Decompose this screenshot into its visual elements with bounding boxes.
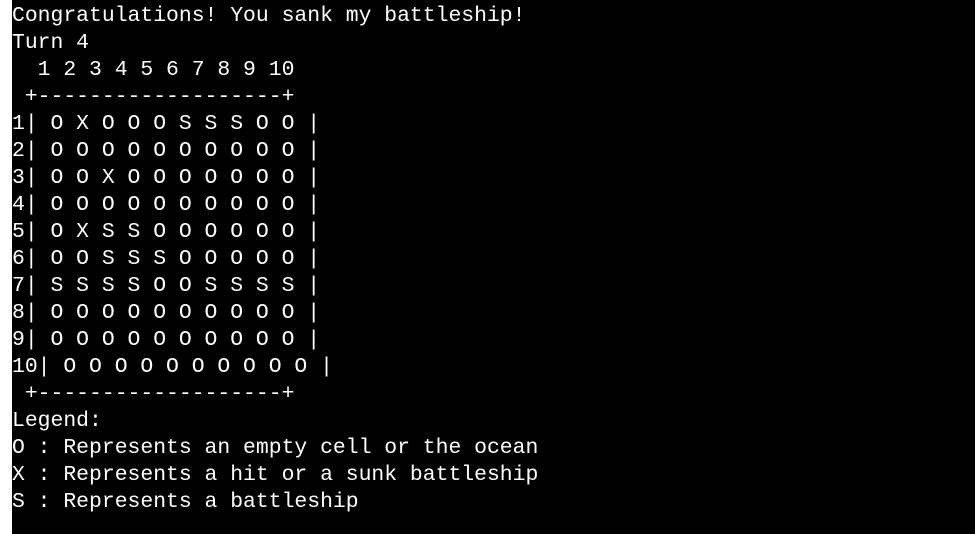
terminal-window[interactable]: Congratulations! You sank my battleship!… (12, 0, 975, 534)
board-row: 2| O O O O O O O O O O | (12, 139, 321, 163)
board-row: 10| O O O O O O O O O O | (12, 355, 333, 379)
legend-title: Legend: (12, 409, 102, 433)
board-border-bottom: +-------------------+ (12, 382, 295, 406)
legend-item-ship: S : Represents a battleship (12, 490, 359, 514)
turn-counter: Turn 4 (12, 31, 90, 55)
board-border-top: +-------------------+ (12, 85, 295, 109)
board-row: 4| O O O O O O O O O O | (12, 193, 321, 217)
board-row: 8| O O O O O O O O O O | (12, 301, 321, 325)
legend-item-hit: X : Represents a hit or a sunk battleshi… (12, 463, 539, 487)
board-row: 7| S S S S O O S S S S | (12, 274, 321, 298)
board-row: 9| O O O O O O O O O O | (12, 328, 321, 352)
board-row: 6| O O S S S O O O O O | (12, 247, 321, 271)
result-message: Congratulations! You sank my battleship! (12, 4, 526, 28)
board-row: 5| O X S S O O O O O O | (12, 220, 321, 244)
legend-item-ocean: O : Represents an empty cell or the ocea… (12, 436, 539, 460)
board-row: 1| O X O O O S S S O O | (12, 112, 321, 136)
board-row: 3| O O X O O O O O O O | (12, 166, 321, 190)
board-column-header: 1 2 3 4 5 6 7 8 9 10 (12, 58, 295, 82)
